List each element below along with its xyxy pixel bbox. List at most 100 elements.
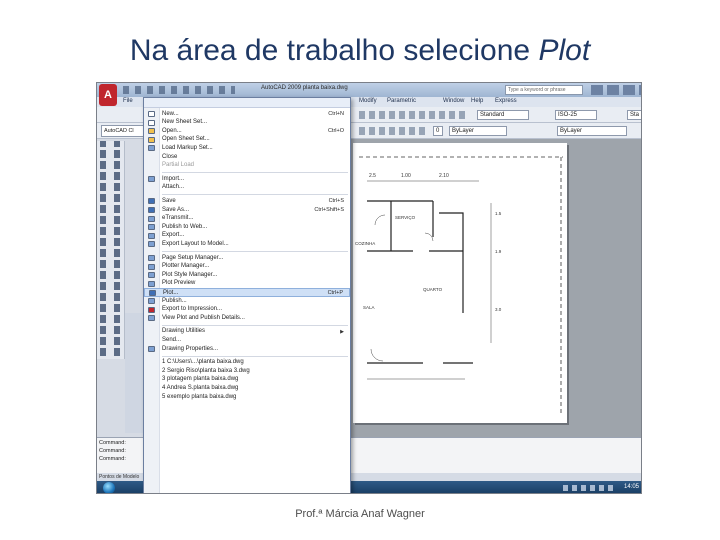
dim-style-dropdown[interactable]: ISO-25 — [555, 110, 597, 120]
menu-modify[interactable]: Modify — [359, 98, 377, 104]
menu-item-label: 1 C:\Users\...\planta baixa.dwg — [162, 359, 244, 366]
menu-item-2-sergio-riso-planta-baixa-3-dwg[interactable]: 2 Sergio Riso\planta baixa 3.dwg — [144, 367, 350, 376]
draw-modify-toolbox[interactable] — [97, 141, 125, 359]
menu-item-export-layout-to-model[interactable]: Export Layout to Model... — [144, 240, 350, 249]
document-tab[interactable]: AutoCAD Cl — [101, 125, 149, 137]
menu-item-partial-load[interactable]: Partial Load — [144, 162, 350, 171]
menu-item-label: Page Setup Manager... — [162, 254, 224, 261]
menu-item-new[interactable]: New... Ctrl+N — [144, 110, 350, 119]
room-label: SALA — [363, 305, 375, 310]
window-title-bar: AutoCAD 2009 planta baixa.dwg Type a key… — [97, 83, 641, 97]
search-input[interactable]: Type a keyword or phrase — [505, 85, 583, 95]
menu-item-plot-preview[interactable]: Plot Preview — [144, 280, 350, 289]
menu-window[interactable]: Window — [443, 98, 464, 104]
text-style-dropdown[interactable]: Standard — [477, 110, 529, 120]
menu-item-4-andrea-s-planta-baixa-dwg[interactable]: 4 Andrea S.planta baixa.dwg — [144, 384, 350, 393]
menu-item-plotter-manager[interactable]: Plotter Manager... — [144, 263, 350, 272]
menu-item-5-exemplo-planta-baixa-dwg[interactable]: 5 exemplo planta baixa.dwg — [144, 393, 350, 402]
menu-item-export-to-impression[interactable]: Export to Impression... — [144, 306, 350, 315]
toolbar-icons[interactable] — [359, 111, 469, 119]
plot-preview-icon — [148, 280, 155, 287]
view-plot-and-publish-details-icon — [148, 315, 155, 322]
menu-item-label: Open Sheet Set... — [162, 136, 210, 143]
command-line-text: Command: — [99, 456, 126, 462]
menu-help[interactable]: Help — [471, 98, 483, 104]
menu-item-3-plotagem-planta-baixa-dwg[interactable]: 3 plotagem planta baixa.dwg — [144, 376, 350, 385]
menu-item-etransmit[interactable]: eTransmit... — [144, 215, 350, 224]
import-icon — [148, 176, 155, 183]
room-label: QUARTO — [423, 287, 443, 292]
start-button-icon[interactable] — [103, 482, 115, 493]
menu-separator — [162, 324, 348, 326]
layer-dropdown[interactable]: 0 — [433, 126, 443, 136]
table-style-dropdown[interactable]: Sta — [627, 110, 641, 120]
page-setup-manager-icon — [148, 255, 155, 261]
window-controls[interactable] — [591, 85, 641, 95]
floor-plan-drawing: 2.5 1.00 2.10 SERVIÇO COZINHA QUARTO SAL… — [355, 156, 563, 413]
menu-express[interactable]: Express — [495, 98, 517, 104]
menu-item-label: Publish to Web... — [162, 223, 208, 230]
menu-item-shortcut: Ctrl+S — [328, 197, 344, 204]
menu-item-label: Import... — [162, 175, 185, 182]
menu-item-label: New Sheet Set... — [162, 119, 208, 126]
dim-label: 1.9 — [495, 249, 502, 254]
menu-item-open[interactable]: Open... Ctrl+O — [144, 127, 350, 136]
menu-item-import[interactable]: Import... — [144, 175, 350, 184]
menu-item-view-plot-and-publish-details[interactable]: View Plot and Publish Details... — [144, 314, 350, 323]
menu-item-label: New... — [162, 110, 179, 117]
menu-item-shortcut: Ctrl+O — [327, 127, 344, 134]
slide-title: Na área de trabalho selecione Plot — [0, 34, 720, 68]
menu-item-label: Send... — [162, 336, 182, 343]
menu-item-label: Export Layout to Model... — [162, 240, 229, 247]
menu-item-shortcut: Ctrl+N — [328, 110, 344, 117]
layer-icons[interactable] — [359, 127, 429, 135]
drawing-properties-icon — [148, 346, 155, 352]
menu-item-drawing-utilities[interactable]: Drawing Utilities ▶ — [144, 328, 350, 337]
menu-item-publish[interactable]: Publish... — [144, 297, 350, 306]
partial-load-icon — [148, 163, 155, 169]
autocad-screenshot: AutoCAD 2009 planta baixa.dwg Type a key… — [96, 82, 642, 494]
menu-item-label: Save — [162, 197, 176, 204]
menu-item-label: 5 exemplo planta baixa.dwg — [162, 393, 237, 400]
menu-item-export[interactable]: Export... — [144, 232, 350, 241]
tray-icons[interactable] — [563, 485, 613, 491]
dim-label: 3.0 — [495, 307, 502, 312]
dim-label: 2.10 — [439, 173, 449, 179]
menu-item-drawing-properties[interactable]: Drawing Properties... — [144, 345, 350, 354]
menu-item-label: Save As... — [162, 206, 190, 213]
menu-header — [144, 98, 350, 108]
menu-item-page-setup-manager[interactable]: Page Setup Manager... — [144, 254, 350, 263]
menu-item-label: View Plot and Publish Details... — [162, 314, 245, 321]
menu-item-label: Open... — [162, 127, 182, 134]
menu-item-label: Partial Load — [162, 162, 195, 169]
menu-item-save-as[interactable]: Save As... Ctrl+Shift+S — [144, 206, 350, 215]
slide-credit: Prof.ª Márcia Anaf Wagner — [295, 508, 425, 520]
1-c-users-planta-baixa-dwg-icon — [148, 360, 155, 366]
menu-item-send[interactable]: Send... — [144, 336, 350, 345]
menu-item-label: Close — [162, 153, 178, 160]
menu-item-open-sheet-set[interactable]: Open Sheet Set... — [144, 136, 350, 145]
menu-item-close[interactable]: Close — [144, 153, 350, 162]
menu-item-plot-style-manager[interactable]: Plot Style Manager... — [144, 271, 350, 280]
dim-label: 1.00 — [401, 173, 411, 179]
attach-icon — [148, 185, 155, 191]
menu-parametric[interactable]: Parametric — [387, 98, 416, 104]
menu-file[interactable]: File — [123, 98, 133, 104]
menu-item-label: Publish... — [162, 297, 187, 304]
application-menu-button[interactable]: A — [99, 84, 117, 106]
menu-item-new-sheet-set[interactable]: New Sheet Set... — [144, 119, 350, 128]
menu-item-1-c-users-planta-baixa-dwg[interactable]: 1 C:\Users\...\planta baixa.dwg — [144, 359, 350, 368]
quick-access-toolbar-icons[interactable] — [123, 86, 235, 94]
export-to-impression-icon — [148, 306, 155, 313]
plotter-manager-icon — [148, 263, 155, 270]
menu-item-plot[interactable]: Plot... Ctrl+P — [144, 288, 350, 297]
menu-item-attach[interactable]: Attach... — [144, 184, 350, 193]
menu-item-load-markup-set[interactable]: Load Markup Set... — [144, 144, 350, 153]
menu-item-publish-to-web[interactable]: Publish to Web... — [144, 223, 350, 232]
linetype-dropdown[interactable]: ByLayer — [449, 126, 507, 136]
publish-to-web-icon — [148, 224, 155, 231]
menu-item-save[interactable]: Save Ctrl+S — [144, 197, 350, 206]
room-label: SERVIÇO — [395, 215, 416, 220]
lineweight-dropdown[interactable]: ByLayer — [557, 126, 627, 136]
5-exemplo-planta-baixa-dwg-icon — [148, 394, 155, 400]
